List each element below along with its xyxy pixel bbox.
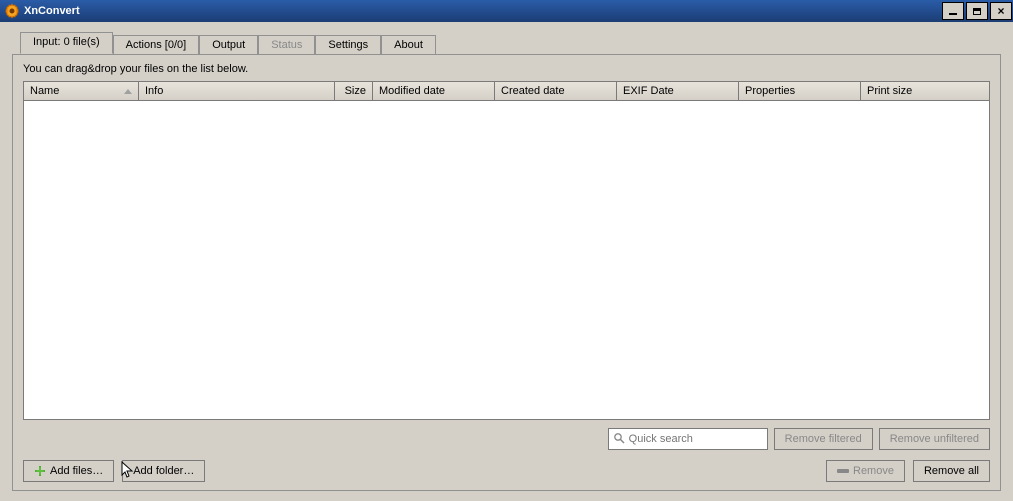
maximize-button[interactable] (966, 2, 988, 20)
minimize-button[interactable] (942, 2, 964, 20)
tab-output[interactable]: Output (199, 35, 258, 55)
add-folder-button[interactable]: Add folder… (122, 460, 205, 482)
col-info[interactable]: Info (139, 82, 335, 100)
col-exif[interactable]: EXIF Date (617, 82, 739, 100)
tab-status[interactable]: Status (258, 35, 315, 55)
plus-icon (34, 465, 46, 477)
tab-settings[interactable]: Settings (315, 35, 381, 55)
grid-header: Name Info Size Modified date Created dat… (24, 82, 989, 101)
quick-search-input[interactable] (629, 433, 763, 445)
col-name[interactable]: Name (24, 82, 139, 100)
col-size[interactable]: Size (335, 82, 373, 100)
file-grid[interactable]: Name Info Size Modified date Created dat… (23, 81, 990, 420)
remove-filtered-button[interactable]: Remove filtered (774, 428, 873, 450)
window-title: XnConvert (24, 5, 80, 17)
input-panel: You can drag&drop your files on the list… (12, 54, 1001, 491)
drag-drop-hint: You can drag&drop your files on the list… (23, 63, 990, 75)
sort-asc-icon (124, 89, 132, 94)
search-icon (613, 432, 625, 447)
col-properties[interactable]: Properties (739, 82, 861, 100)
remove-all-button[interactable]: Remove all (913, 460, 990, 482)
minus-icon (837, 469, 849, 473)
col-created[interactable]: Created date (495, 82, 617, 100)
grid-body[interactable] (24, 101, 989, 419)
col-modified[interactable]: Modified date (373, 82, 495, 100)
remove-unfiltered-button[interactable]: Remove unfiltered (879, 428, 990, 450)
close-button[interactable]: × (990, 2, 1012, 20)
quick-search[interactable] (608, 428, 768, 450)
tabstrip: Input: 0 file(s) Actions [0/0] Output St… (12, 32, 1001, 54)
tab-actions[interactable]: Actions [0/0] (113, 35, 200, 55)
add-files-button[interactable]: Add files… (23, 460, 114, 482)
app-icon (4, 3, 20, 19)
col-print-size[interactable]: Print size (861, 82, 989, 100)
titlebar[interactable]: XnConvert × (0, 0, 1013, 22)
tab-input[interactable]: Input: 0 file(s) (20, 32, 113, 54)
tab-about[interactable]: About (381, 35, 436, 55)
remove-button[interactable]: Remove (826, 460, 905, 482)
